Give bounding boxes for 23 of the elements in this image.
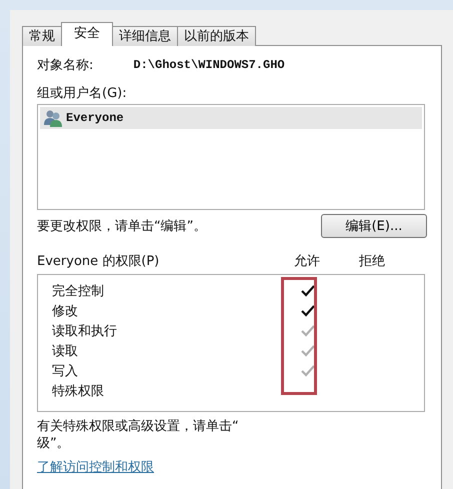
permissions-title: Everyone 的权限(P)	[37, 253, 160, 270]
permission-name: 写入	[51, 363, 79, 380]
allow-header: 允许	[293, 253, 321, 270]
access-control-link[interactable]: 了解访问控制和权限	[37, 458, 154, 476]
permission-name: 完全控制	[51, 283, 105, 300]
tab[interactable]: 安全	[61, 22, 113, 46]
group-list-item[interactable]: Everyone	[40, 107, 422, 129]
group-list-label: 组或用户名(G):	[37, 85, 128, 102]
object-name-label: 对象名称:	[37, 57, 94, 74]
edit-hint: 要更改权限，请单击“编辑”。	[37, 218, 206, 235]
deny-header: 拒绝	[358, 253, 386, 270]
permission-name: 特殊权限	[51, 383, 105, 400]
tab[interactable]: 常规	[22, 26, 62, 46]
permission-name: 读取和执行	[51, 323, 118, 340]
edit-button[interactable]: 编辑(E)...	[321, 214, 427, 238]
users-icon	[43, 109, 63, 127]
advanced-hint: 级”。	[37, 435, 70, 452]
tab[interactable]: 详细信息	[112, 26, 178, 46]
object-name-value: D:\Ghost\WINDOWS7.GHO	[133, 58, 285, 72]
permission-name: 修改	[51, 303, 79, 320]
permission-name: 读取	[51, 343, 79, 360]
advanced-hint: 有关特殊权限或高级设置，请单击“	[37, 418, 239, 435]
tab[interactable]: 以前的版本	[177, 26, 256, 46]
